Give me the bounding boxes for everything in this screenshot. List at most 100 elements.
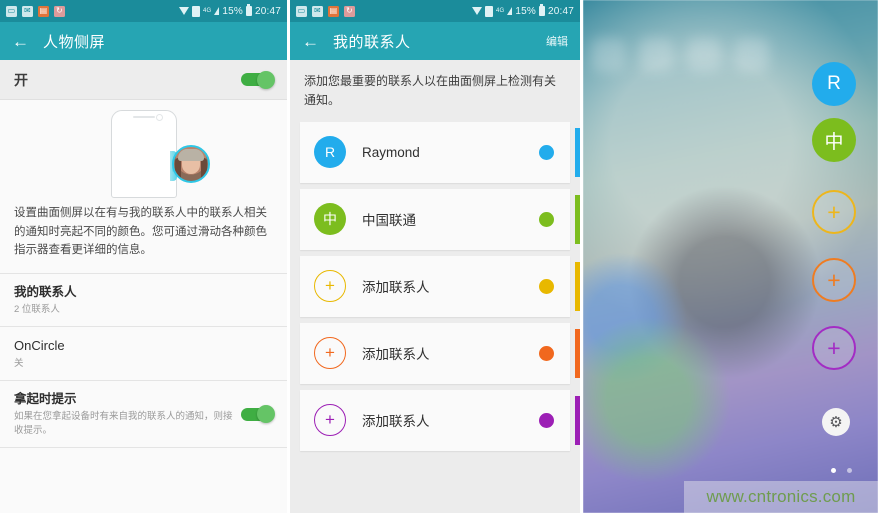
clock: 20:47 [547, 5, 574, 17]
edge-color-strip [575, 127, 580, 177]
status-bar-notification-icons: ▭ ✉ ▤ ↻ [296, 5, 355, 17]
contact-name: Raymond [362, 144, 420, 160]
contact-avatar: R [314, 136, 346, 169]
page-indicator-dots [831, 468, 852, 473]
back-arrow-icon[interactable]: ← [302, 33, 319, 50]
edge-add-contact-yellow[interactable]: + [812, 190, 856, 234]
avatar-hat [177, 148, 204, 161]
edge-add-contact-purple[interactable]: + [812, 326, 856, 370]
avatar-hair-left [174, 157, 181, 180]
note-icon: ▤ [38, 5, 49, 17]
back-arrow-icon[interactable]: ← [12, 33, 29, 50]
settings-item-pickup-reminder[interactable]: 拿起时提示 如果在您拿起设备时有来自我的联系人的通知，则接收提示。 [0, 381, 287, 449]
page-dot[interactable] [831, 468, 836, 473]
add-contact-icon: + [314, 404, 346, 437]
contact-color-dot[interactable] [539, 412, 554, 428]
contact-name: 中国联通 [362, 213, 416, 229]
clock: 20:47 [254, 5, 281, 17]
contact-photo-avatar [171, 144, 210, 183]
feature-description: 设置曲面侧屏以在有与我的联系人中的联系人相关的通知时亮起不同的颜色。您可通过滑动… [0, 195, 287, 274]
settings-item-oncircle[interactable]: OnCircle 关 [0, 327, 287, 381]
network-label: 4G [202, 8, 212, 14]
contact-color-dot[interactable] [539, 144, 554, 160]
blurred-app-icons [591, 38, 788, 88]
battery-percent: 15% [222, 5, 243, 17]
contact-avatar: 中 [314, 203, 346, 236]
app-bar: ← 人物侧屏 [0, 22, 287, 60]
wifi-icon [471, 7, 482, 15]
sync-icon: ↻ [344, 5, 355, 17]
status-bar: ▭ ✉ ▤ ↻ 4G 15% 20:47 [0, 0, 287, 22]
settings-item-title: 拿起时提示 [14, 391, 77, 406]
status-bar-system-icons: 4G 15% 20:47 [471, 4, 574, 17]
contact-name: 添加联系人 [362, 280, 430, 296]
sd-card-icon: ▭ [6, 5, 17, 17]
site-watermark: www.cntronics.com [684, 481, 878, 513]
page-title: 我的联系人 [333, 33, 411, 51]
avatar-hair-right [200, 157, 207, 180]
page-dot[interactable] [847, 468, 852, 473]
edge-color-strip [575, 261, 580, 311]
sim-card-icon [191, 5, 200, 17]
switch-knob [257, 70, 275, 89]
settings-item-subtitle: 2 位联系人 [14, 303, 60, 315]
master-toggle-row[interactable]: 开 [0, 60, 287, 100]
status-bar: ▭ ✉ ▤ ↻ 4G 15% 20:47 [290, 0, 580, 22]
battery-icon [538, 4, 545, 16]
settings-item-subtitle: 关 [14, 357, 24, 369]
battery-icon [245, 4, 252, 16]
contact-color-dot[interactable] [539, 278, 554, 294]
list-intro-text: 添加您最重要的联系人以在曲面侧屏上检测有关通知。 [290, 60, 580, 122]
add-contact-icon: + [314, 270, 346, 303]
settings-item-subtitle: 如果在您拿起设备时有来自我的联系人的通知，则接收提示。 [14, 410, 233, 436]
blurred-app-icon [591, 38, 625, 72]
pickup-reminder-switch[interactable] [241, 405, 275, 424]
sim-card-icon [484, 5, 493, 17]
edge-contact-raymond[interactable]: R [812, 62, 856, 106]
sd-card-icon: ▭ [296, 5, 307, 17]
network-label: 4G [495, 8, 505, 14]
add-contact-card[interactable]: + 添加联系人 [300, 389, 580, 451]
master-toggle-label: 开 [14, 71, 28, 88]
curved-edge-phone-illustration [110, 109, 210, 198]
settings-item-title: OnCircle [14, 338, 65, 353]
signal-bars-icon [507, 7, 513, 15]
status-bar-system-icons: 4G 15% 20:47 [178, 4, 281, 17]
blurred-app-icon [687, 38, 721, 72]
signal-bars-icon [214, 7, 220, 15]
people-edge-panel[interactable]: R 中 + + + ⚙ [786, 0, 878, 513]
edge-color-strip [575, 328, 580, 378]
contact-name: 添加联系人 [362, 414, 430, 430]
three-phone-screenshots: ▭ ✉ ▤ ↻ 4G 15% 20:47 ← 人物侧屏 开 设置曲面侧屏以在有与… [0, 0, 881, 513]
blurred-app-icon [639, 38, 673, 72]
email-icon: ✉ [312, 5, 323, 17]
settings-item-title: 我的联系人 [14, 284, 77, 299]
phone-screen-people-edge-settings: ▭ ✉ ▤ ↻ 4G 15% 20:47 ← 人物侧屏 开 设置曲面侧屏以在有与… [0, 0, 290, 513]
edit-button[interactable]: 编辑 [546, 33, 568, 49]
settings-item-my-people[interactable]: 我的联系人 2 位联系人 [0, 274, 287, 327]
add-contact-card[interactable]: + 添加联系人 [300, 322, 580, 384]
contacts-list: R Raymond 中中国联通 + 添加联系人 + 添加联系人 + 添加联系人 [290, 121, 580, 451]
contact-card[interactable]: 中中国联通 [300, 188, 580, 250]
contact-card[interactable]: R Raymond [300, 121, 580, 183]
contact-color-dot[interactable] [539, 345, 554, 361]
contact-name: 添加联系人 [362, 347, 430, 363]
avatar-face [181, 158, 200, 174]
switch-knob [257, 405, 275, 424]
add-contact-icon: + [314, 337, 346, 370]
contact-color-dot[interactable] [539, 211, 554, 227]
gear-icon[interactable]: ⚙ [822, 408, 850, 436]
phone-screen-my-people-list: ▭ ✉ ▤ ↻ 4G 15% 20:47 ← 我的联系人 编辑 添加您最重要的联… [290, 0, 583, 513]
app-bar: ← 我的联系人 编辑 [290, 22, 580, 60]
edge-color-strip [575, 194, 580, 244]
edge-color-strip [575, 395, 580, 445]
status-bar-notification-icons: ▭ ✉ ▤ ↻ [6, 5, 65, 17]
page-title: 人物侧屏 [43, 33, 106, 51]
note-icon: ▤ [328, 5, 339, 17]
wifi-icon [178, 7, 189, 15]
phone-screen-edge-panel-overlay: R 中 + + + ⚙ www.cntronics.com [583, 0, 878, 513]
master-toggle-switch[interactable] [241, 70, 275, 89]
edge-add-contact-orange[interactable]: + [812, 258, 856, 302]
edge-contact-china-unicom[interactable]: 中 [812, 118, 856, 162]
add-contact-card[interactable]: + 添加联系人 [300, 255, 580, 317]
